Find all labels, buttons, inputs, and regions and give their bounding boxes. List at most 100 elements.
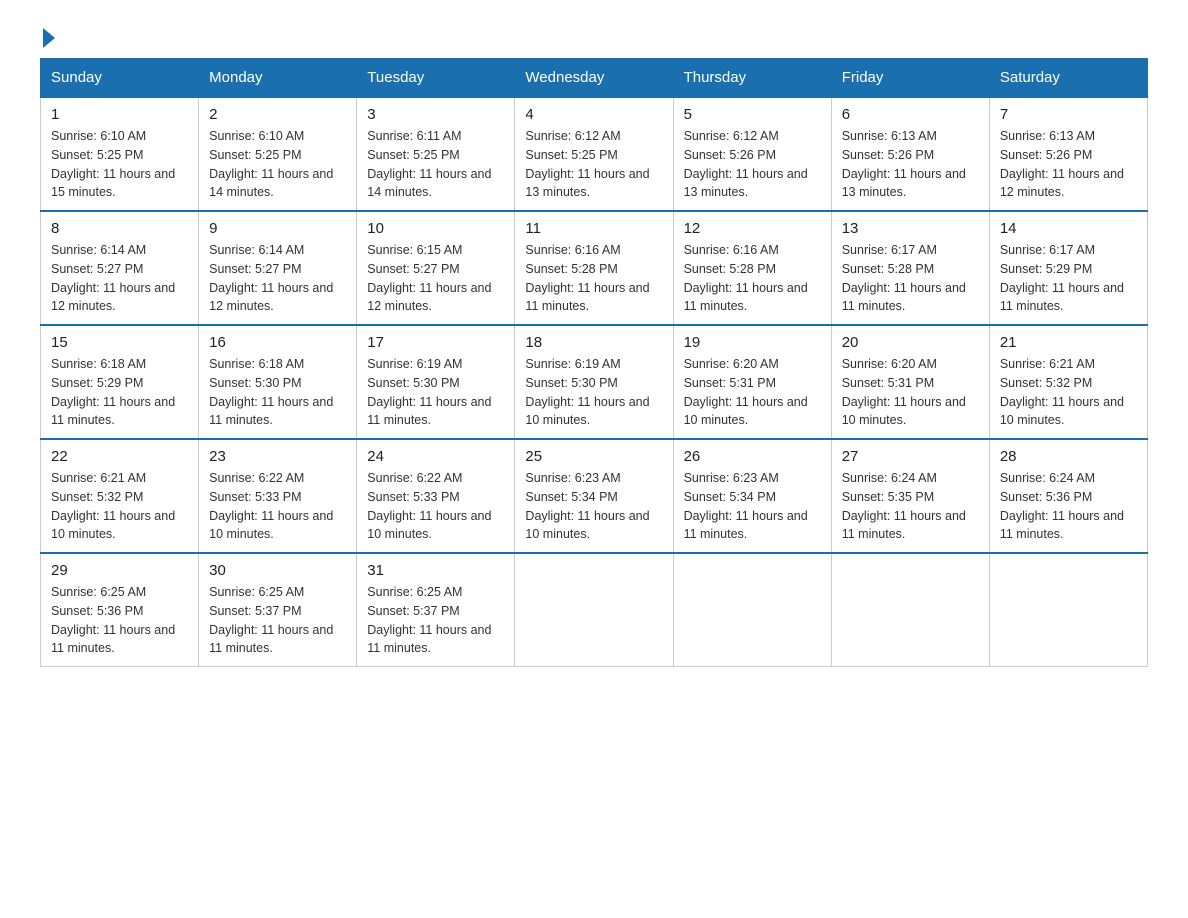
weekday-header-cell: Friday <box>831 59 989 98</box>
day-number: 25 <box>525 448 662 465</box>
day-info: Sunrise: 6:19 AMSunset: 5:30 PMDaylight:… <box>367 357 491 427</box>
day-number: 15 <box>51 334 188 351</box>
calendar-day-cell: 15 Sunrise: 6:18 AMSunset: 5:29 PMDaylig… <box>41 325 199 439</box>
calendar-day-cell: 21 Sunrise: 6:21 AMSunset: 5:32 PMDaylig… <box>989 325 1147 439</box>
calendar-day-cell: 7 Sunrise: 6:13 AMSunset: 5:26 PMDayligh… <box>989 97 1147 211</box>
day-info: Sunrise: 6:16 AMSunset: 5:28 PMDaylight:… <box>684 243 808 313</box>
calendar-day-cell: 30 Sunrise: 6:25 AMSunset: 5:37 PMDaylig… <box>199 553 357 667</box>
calendar-day-cell: 27 Sunrise: 6:24 AMSunset: 5:35 PMDaylig… <box>831 439 989 553</box>
calendar-day-cell: 22 Sunrise: 6:21 AMSunset: 5:32 PMDaylig… <box>41 439 199 553</box>
day-number: 30 <box>209 562 346 579</box>
day-info: Sunrise: 6:17 AMSunset: 5:29 PMDaylight:… <box>1000 243 1124 313</box>
day-number: 11 <box>525 220 662 237</box>
day-info: Sunrise: 6:10 AMSunset: 5:25 PMDaylight:… <box>51 129 175 199</box>
calendar-day-cell: 1 Sunrise: 6:10 AMSunset: 5:25 PMDayligh… <box>41 97 199 211</box>
day-info: Sunrise: 6:25 AMSunset: 5:37 PMDaylight:… <box>367 585 491 655</box>
day-number: 8 <box>51 220 188 237</box>
calendar-day-cell: 17 Sunrise: 6:19 AMSunset: 5:30 PMDaylig… <box>357 325 515 439</box>
day-info: Sunrise: 6:18 AMSunset: 5:30 PMDaylight:… <box>209 357 333 427</box>
calendar-day-cell: 5 Sunrise: 6:12 AMSunset: 5:26 PMDayligh… <box>673 97 831 211</box>
weekday-header-cell: Monday <box>199 59 357 98</box>
weekday-header-cell: Wednesday <box>515 59 673 98</box>
day-info: Sunrise: 6:25 AMSunset: 5:36 PMDaylight:… <box>51 585 175 655</box>
weekday-header-cell: Thursday <box>673 59 831 98</box>
day-number: 12 <box>684 220 821 237</box>
day-number: 4 <box>525 106 662 123</box>
day-info: Sunrise: 6:22 AMSunset: 5:33 PMDaylight:… <box>209 471 333 541</box>
calendar-day-cell: 23 Sunrise: 6:22 AMSunset: 5:33 PMDaylig… <box>199 439 357 553</box>
calendar-day-cell: 6 Sunrise: 6:13 AMSunset: 5:26 PMDayligh… <box>831 97 989 211</box>
calendar-day-cell: 9 Sunrise: 6:14 AMSunset: 5:27 PMDayligh… <box>199 211 357 325</box>
day-number: 20 <box>842 334 979 351</box>
day-info: Sunrise: 6:16 AMSunset: 5:28 PMDaylight:… <box>525 243 649 313</box>
calendar-week-row: 15 Sunrise: 6:18 AMSunset: 5:29 PMDaylig… <box>41 325 1148 439</box>
weekday-header-cell: Saturday <box>989 59 1147 98</box>
calendar-body: 1 Sunrise: 6:10 AMSunset: 5:25 PMDayligh… <box>41 97 1148 667</box>
calendar-table: SundayMondayTuesdayWednesdayThursdayFrid… <box>40 58 1148 667</box>
calendar-week-row: 1 Sunrise: 6:10 AMSunset: 5:25 PMDayligh… <box>41 97 1148 211</box>
day-info: Sunrise: 6:20 AMSunset: 5:31 PMDaylight:… <box>684 357 808 427</box>
day-number: 7 <box>1000 106 1137 123</box>
day-info: Sunrise: 6:12 AMSunset: 5:25 PMDaylight:… <box>525 129 649 199</box>
day-info: Sunrise: 6:24 AMSunset: 5:35 PMDaylight:… <box>842 471 966 541</box>
calendar-day-cell: 13 Sunrise: 6:17 AMSunset: 5:28 PMDaylig… <box>831 211 989 325</box>
day-info: Sunrise: 6:14 AMSunset: 5:27 PMDaylight:… <box>51 243 175 313</box>
day-info: Sunrise: 6:12 AMSunset: 5:26 PMDaylight:… <box>684 129 808 199</box>
calendar-day-cell: 24 Sunrise: 6:22 AMSunset: 5:33 PMDaylig… <box>357 439 515 553</box>
day-info: Sunrise: 6:23 AMSunset: 5:34 PMDaylight:… <box>684 471 808 541</box>
day-info: Sunrise: 6:13 AMSunset: 5:26 PMDaylight:… <box>1000 129 1124 199</box>
day-info: Sunrise: 6:20 AMSunset: 5:31 PMDaylight:… <box>842 357 966 427</box>
calendar-day-cell: 25 Sunrise: 6:23 AMSunset: 5:34 PMDaylig… <box>515 439 673 553</box>
calendar-day-cell: 26 Sunrise: 6:23 AMSunset: 5:34 PMDaylig… <box>673 439 831 553</box>
calendar-day-cell: 8 Sunrise: 6:14 AMSunset: 5:27 PMDayligh… <box>41 211 199 325</box>
day-number: 2 <box>209 106 346 123</box>
day-number: 24 <box>367 448 504 465</box>
day-number: 29 <box>51 562 188 579</box>
calendar-day-cell: 29 Sunrise: 6:25 AMSunset: 5:36 PMDaylig… <box>41 553 199 667</box>
calendar-week-row: 29 Sunrise: 6:25 AMSunset: 5:36 PMDaylig… <box>41 553 1148 667</box>
day-number: 13 <box>842 220 979 237</box>
day-number: 26 <box>684 448 821 465</box>
calendar-day-cell <box>989 553 1147 667</box>
calendar-day-cell: 4 Sunrise: 6:12 AMSunset: 5:25 PMDayligh… <box>515 97 673 211</box>
calendar-day-cell: 20 Sunrise: 6:20 AMSunset: 5:31 PMDaylig… <box>831 325 989 439</box>
calendar-day-cell: 3 Sunrise: 6:11 AMSunset: 5:25 PMDayligh… <box>357 97 515 211</box>
weekday-header-cell: Tuesday <box>357 59 515 98</box>
day-number: 22 <box>51 448 188 465</box>
calendar-day-cell: 28 Sunrise: 6:24 AMSunset: 5:36 PMDaylig… <box>989 439 1147 553</box>
day-number: 28 <box>1000 448 1137 465</box>
calendar-day-cell <box>831 553 989 667</box>
logo <box>40 30 55 48</box>
calendar-day-cell: 31 Sunrise: 6:25 AMSunset: 5:37 PMDaylig… <box>357 553 515 667</box>
day-number: 17 <box>367 334 504 351</box>
calendar-week-row: 22 Sunrise: 6:21 AMSunset: 5:32 PMDaylig… <box>41 439 1148 553</box>
day-number: 16 <box>209 334 346 351</box>
day-info: Sunrise: 6:15 AMSunset: 5:27 PMDaylight:… <box>367 243 491 313</box>
calendar-day-cell <box>673 553 831 667</box>
day-info: Sunrise: 6:14 AMSunset: 5:27 PMDaylight:… <box>209 243 333 313</box>
day-info: Sunrise: 6:11 AMSunset: 5:25 PMDaylight:… <box>367 129 491 199</box>
day-info: Sunrise: 6:10 AMSunset: 5:25 PMDaylight:… <box>209 129 333 199</box>
day-info: Sunrise: 6:24 AMSunset: 5:36 PMDaylight:… <box>1000 471 1124 541</box>
calendar-week-row: 8 Sunrise: 6:14 AMSunset: 5:27 PMDayligh… <box>41 211 1148 325</box>
day-number: 21 <box>1000 334 1137 351</box>
calendar-day-cell: 11 Sunrise: 6:16 AMSunset: 5:28 PMDaylig… <box>515 211 673 325</box>
day-info: Sunrise: 6:18 AMSunset: 5:29 PMDaylight:… <box>51 357 175 427</box>
weekday-header-cell: Sunday <box>41 59 199 98</box>
calendar-day-cell: 12 Sunrise: 6:16 AMSunset: 5:28 PMDaylig… <box>673 211 831 325</box>
day-info: Sunrise: 6:13 AMSunset: 5:26 PMDaylight:… <box>842 129 966 199</box>
day-number: 19 <box>684 334 821 351</box>
calendar-day-cell: 10 Sunrise: 6:15 AMSunset: 5:27 PMDaylig… <box>357 211 515 325</box>
day-info: Sunrise: 6:22 AMSunset: 5:33 PMDaylight:… <box>367 471 491 541</box>
calendar-day-cell: 2 Sunrise: 6:10 AMSunset: 5:25 PMDayligh… <box>199 97 357 211</box>
day-info: Sunrise: 6:17 AMSunset: 5:28 PMDaylight:… <box>842 243 966 313</box>
day-number: 5 <box>684 106 821 123</box>
day-info: Sunrise: 6:23 AMSunset: 5:34 PMDaylight:… <box>525 471 649 541</box>
day-number: 1 <box>51 106 188 123</box>
calendar-day-cell: 18 Sunrise: 6:19 AMSunset: 5:30 PMDaylig… <box>515 325 673 439</box>
day-number: 6 <box>842 106 979 123</box>
logo-arrow-icon <box>43 28 55 48</box>
weekday-header-row: SundayMondayTuesdayWednesdayThursdayFrid… <box>41 59 1148 98</box>
day-number: 3 <box>367 106 504 123</box>
page-header <box>40 30 1148 48</box>
